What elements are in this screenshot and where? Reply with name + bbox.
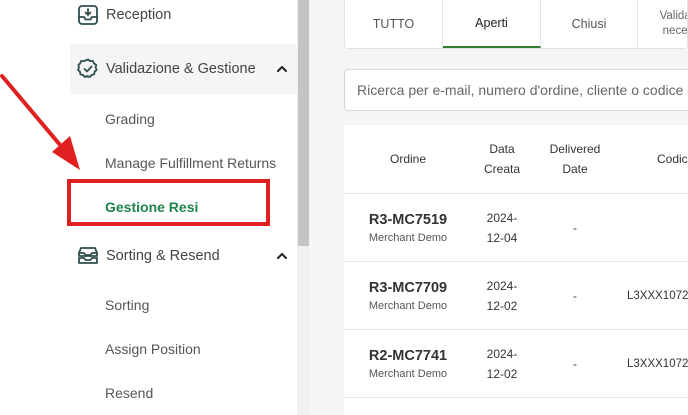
- tray-stack-icon: [78, 247, 98, 264]
- returns-table: Ordine Data Creata Delivered Date Codic R3…: [344, 125, 688, 415]
- delivered-date: -: [573, 289, 577, 303]
- tab-chiusi[interactable]: Chiusi: [541, 0, 638, 48]
- sidebar-group-label: Reception: [106, 7, 172, 23]
- order-id[interactable]: R2-MC7741: [369, 348, 447, 364]
- chevron-up-icon[interactable]: [275, 249, 289, 263]
- search-input[interactable]: [357, 82, 688, 98]
- merchant-name: Merchant Demo: [368, 232, 448, 244]
- status-tabs: TUTTO Aperti Chiusi Validazneces: [344, 0, 688, 49]
- column-header-delivered-date[interactable]: Delivered Date: [534, 125, 616, 193]
- code-value: L3XXX1072: [627, 290, 688, 302]
- sidebar-item-assign-position[interactable]: Assign Position: [105, 341, 201, 357]
- merchant-name: Merchant Demo: [368, 368, 448, 380]
- tab-aperti[interactable]: Aperti: [443, 0, 541, 48]
- sidebar-item-grading[interactable]: Grading: [105, 111, 155, 127]
- inbox-download-icon: [78, 5, 98, 25]
- search-bar: [344, 69, 688, 111]
- sidebar-group-sorting[interactable]: Sorting & Resend: [70, 231, 297, 281]
- tab-tutto[interactable]: TUTTO: [345, 0, 443, 48]
- created-date: 2024- 12-02: [486, 347, 518, 381]
- merchant-name: Merchant Demo: [368, 300, 448, 312]
- column-header-created-date[interactable]: Data Creata: [472, 125, 532, 193]
- created-date: 2024- 12-04: [486, 211, 518, 245]
- sidebar-group-reception[interactable]: Reception: [70, 0, 297, 40]
- column-header-code[interactable]: Codic: [644, 125, 688, 193]
- sidebar-item-resend[interactable]: Resend: [105, 385, 153, 401]
- table-row[interactable]: R3-MC7519 Merchant Demo 2024- 12-04 -: [344, 194, 688, 262]
- created-date: 2024- 12-02: [486, 279, 518, 313]
- order-id[interactable]: R3-MC7519: [369, 212, 447, 228]
- sidebar-group-label: Validazione & Gestione: [106, 61, 256, 77]
- highlight-annotation-box: [67, 179, 270, 226]
- table-row[interactable]: R2-MC7741 Merchant Demo 2024- 12-02 - L3X…: [344, 330, 688, 398]
- table-row[interactable]: R3-MC7709 Merchant Demo 2024- 12-02 - L3X…: [344, 262, 688, 330]
- delivered-date: -: [573, 357, 577, 371]
- order-id[interactable]: R3-MC7709: [369, 280, 447, 296]
- sidebar-item-manage-fulfillment-returns[interactable]: Manage Fulfillment Returns: [105, 155, 276, 171]
- sidebar-group-label: Sorting & Resend: [106, 248, 220, 264]
- sidebar-item-sorting[interactable]: Sorting: [105, 297, 149, 313]
- column-header-order[interactable]: Ordine: [344, 125, 472, 193]
- check-circle-icon: [77, 58, 98, 78]
- chevron-up-icon[interactable]: [275, 62, 289, 76]
- sidebar-group-validation[interactable]: Validazione & Gestione: [70, 44, 297, 94]
- delivered-date: -: [573, 221, 577, 235]
- sidebar-scrollbar-thumb[interactable]: [298, 0, 309, 246]
- code-value: L3XXX1072: [627, 358, 688, 370]
- tab-validazione-necessaria[interactable]: Validazneces: [638, 0, 687, 48]
